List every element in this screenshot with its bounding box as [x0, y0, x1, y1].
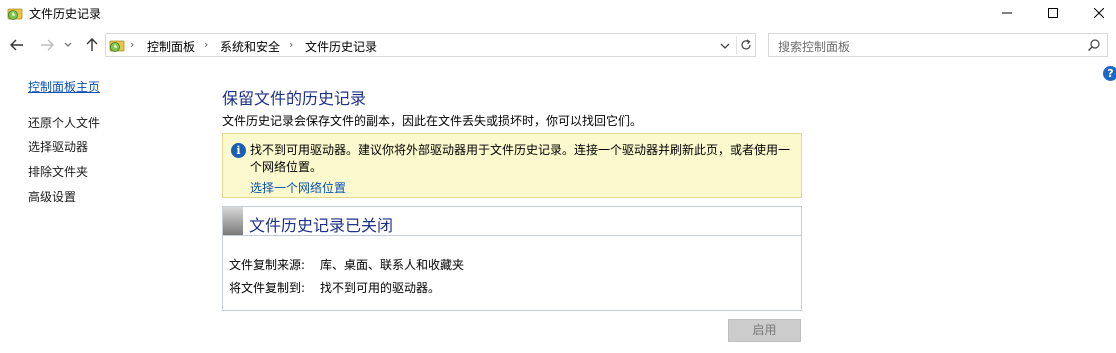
address-dropdown-icon[interactable] — [718, 39, 732, 53]
back-button[interactable] — [8, 36, 26, 54]
back-arrow-icon — [10, 39, 23, 51]
file-history-location-icon — [109, 40, 125, 52]
status-header: 文件历史记录已关闭 — [223, 207, 801, 236]
sidebar-item-exclude-folders[interactable]: 排除文件夹 — [28, 163, 88, 180]
title-bar: 文件历史记录 — [0, 0, 1116, 26]
breadcrumb-separator-icon[interactable]: › — [130, 38, 134, 51]
forward-arrow-icon — [41, 39, 54, 51]
up-arrow-icon — [86, 38, 98, 51]
refresh-icon — [740, 39, 751, 50]
search-box[interactable]: 搜索控制面板 — [768, 33, 1108, 57]
enable-button[interactable]: 启用 — [728, 319, 801, 342]
breadcrumb-file-history[interactable]: 文件历史记录 — [305, 38, 377, 55]
search-input[interactable]: 搜索控制面板 — [778, 38, 850, 55]
maximize-button[interactable] — [1030, 0, 1076, 26]
info-icon: i — [231, 143, 246, 158]
page-title: 保留文件的历史记录 — [222, 89, 367, 108]
address-bar[interactable]: › 控制面板 › 系统和安全 › 文件历史记录 — [105, 33, 756, 57]
status-title: 文件历史记录已关闭 — [249, 216, 394, 235]
refresh-button[interactable] — [736, 36, 754, 54]
copy-source-value: 库、桌面、联系人和收藏夹 — [320, 258, 465, 272]
maximize-icon — [1048, 8, 1058, 18]
status-panel: 文件历史记录已关闭 文件复制来源: 库、桌面、联系人和收藏夹 将文件复制到: 找… — [222, 206, 802, 311]
recent-locations-button[interactable] — [62, 36, 74, 54]
window-title: 文件历史记录 — [29, 7, 102, 21]
copy-destination-value: 找不到可用的驱动器。 — [320, 281, 441, 295]
close-icon — [1094, 8, 1104, 18]
file-history-app-icon — [7, 8, 23, 20]
page-description: 文件历史记录会保存文件的副本，因此在文件丢失或损坏时，你可以找回它们。 — [222, 114, 643, 128]
no-drive-notice: i 找不到可用驱动器。建议你将外部驱动器用于文件历史记录。连接一个驱动器并刷新此… — [222, 133, 802, 198]
search-icon[interactable] — [1087, 38, 1101, 52]
status-indicator — [223, 207, 243, 235]
chevron-down-icon — [64, 42, 72, 47]
help-icon[interactable]: ? — [1103, 66, 1116, 81]
sidebar-item-select-drive[interactable]: 选择驱动器 — [28, 138, 88, 155]
breadcrumb-system-security[interactable]: 系统和安全 — [220, 38, 280, 55]
navigation-bar: › 控制面板 › 系统和安全 › 文件历史记录 搜索控制面板 — [0, 30, 1116, 60]
copy-destination-label: 将文件复制到: — [229, 281, 306, 295]
forward-button[interactable] — [38, 36, 56, 54]
sidebar-item-restore-personal-files[interactable]: 还原个人文件 — [28, 114, 100, 131]
sidebar-item-advanced-settings[interactable]: 高级设置 — [28, 188, 76, 205]
minimize-button[interactable] — [984, 0, 1030, 26]
close-button[interactable] — [1076, 0, 1116, 26]
breadcrumb-separator-icon[interactable]: › — [289, 38, 293, 51]
copy-source-label: 文件复制来源: — [229, 258, 306, 272]
select-network-location-link[interactable]: 选择一个网络位置 — [250, 179, 346, 196]
up-button[interactable] — [83, 36, 101, 54]
sidebar-item-control-panel-home[interactable]: 控制面板主页 — [28, 78, 100, 95]
breadcrumb-separator-icon[interactable]: › — [204, 38, 208, 51]
minimize-icon — [1002, 12, 1012, 14]
notice-message: 找不到可用驱动器。建议你将外部驱动器用于文件历史记录。连接一个驱动器并刷新此页，… — [250, 143, 791, 174]
breadcrumb-control-panel[interactable]: 控制面板 — [147, 38, 195, 55]
